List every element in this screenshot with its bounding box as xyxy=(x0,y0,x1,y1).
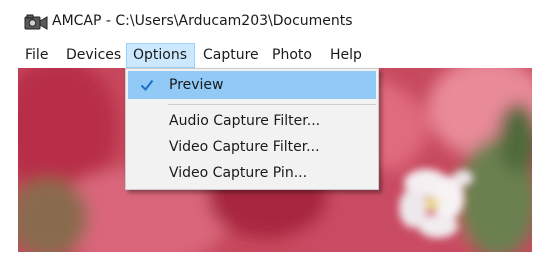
menu-separator xyxy=(168,104,376,105)
menu-option-label: Audio Capture Filter... xyxy=(169,113,321,129)
menu-file[interactable]: File xyxy=(19,43,54,68)
menu-options[interactable]: Options xyxy=(126,43,195,68)
camera-app-icon xyxy=(24,14,48,30)
menu-bar: File Devices Options Capture Photo Help xyxy=(0,43,550,68)
title-bar: AMCAP - C:\Users\Arducam203\Documents xyxy=(0,0,550,42)
menu-option-label: Video Capture Filter... xyxy=(169,139,320,155)
checkmark-icon xyxy=(140,79,154,92)
menu-option-label: Video Capture Pin... xyxy=(169,165,308,181)
menu-option-video-capture-pin[interactable]: Video Capture Pin... xyxy=(128,159,376,187)
menu-option-label: Preview xyxy=(169,77,224,93)
menu-help[interactable]: Help xyxy=(324,43,368,68)
menu-devices[interactable]: Devices xyxy=(60,43,127,68)
window-title: AMCAP - C:\Users\Arducam203\Documents xyxy=(52,13,353,29)
menu-option-audio-capture-filter[interactable]: Audio Capture Filter... xyxy=(128,107,376,135)
menu-option-video-capture-filter[interactable]: Video Capture Filter... xyxy=(128,133,376,161)
menu-photo[interactable]: Photo xyxy=(266,43,318,68)
options-dropdown-menu: Preview Audio Capture Filter... Video Ca… xyxy=(125,68,379,190)
menu-capture[interactable]: Capture xyxy=(197,43,265,68)
menu-option-preview[interactable]: Preview xyxy=(128,71,376,99)
